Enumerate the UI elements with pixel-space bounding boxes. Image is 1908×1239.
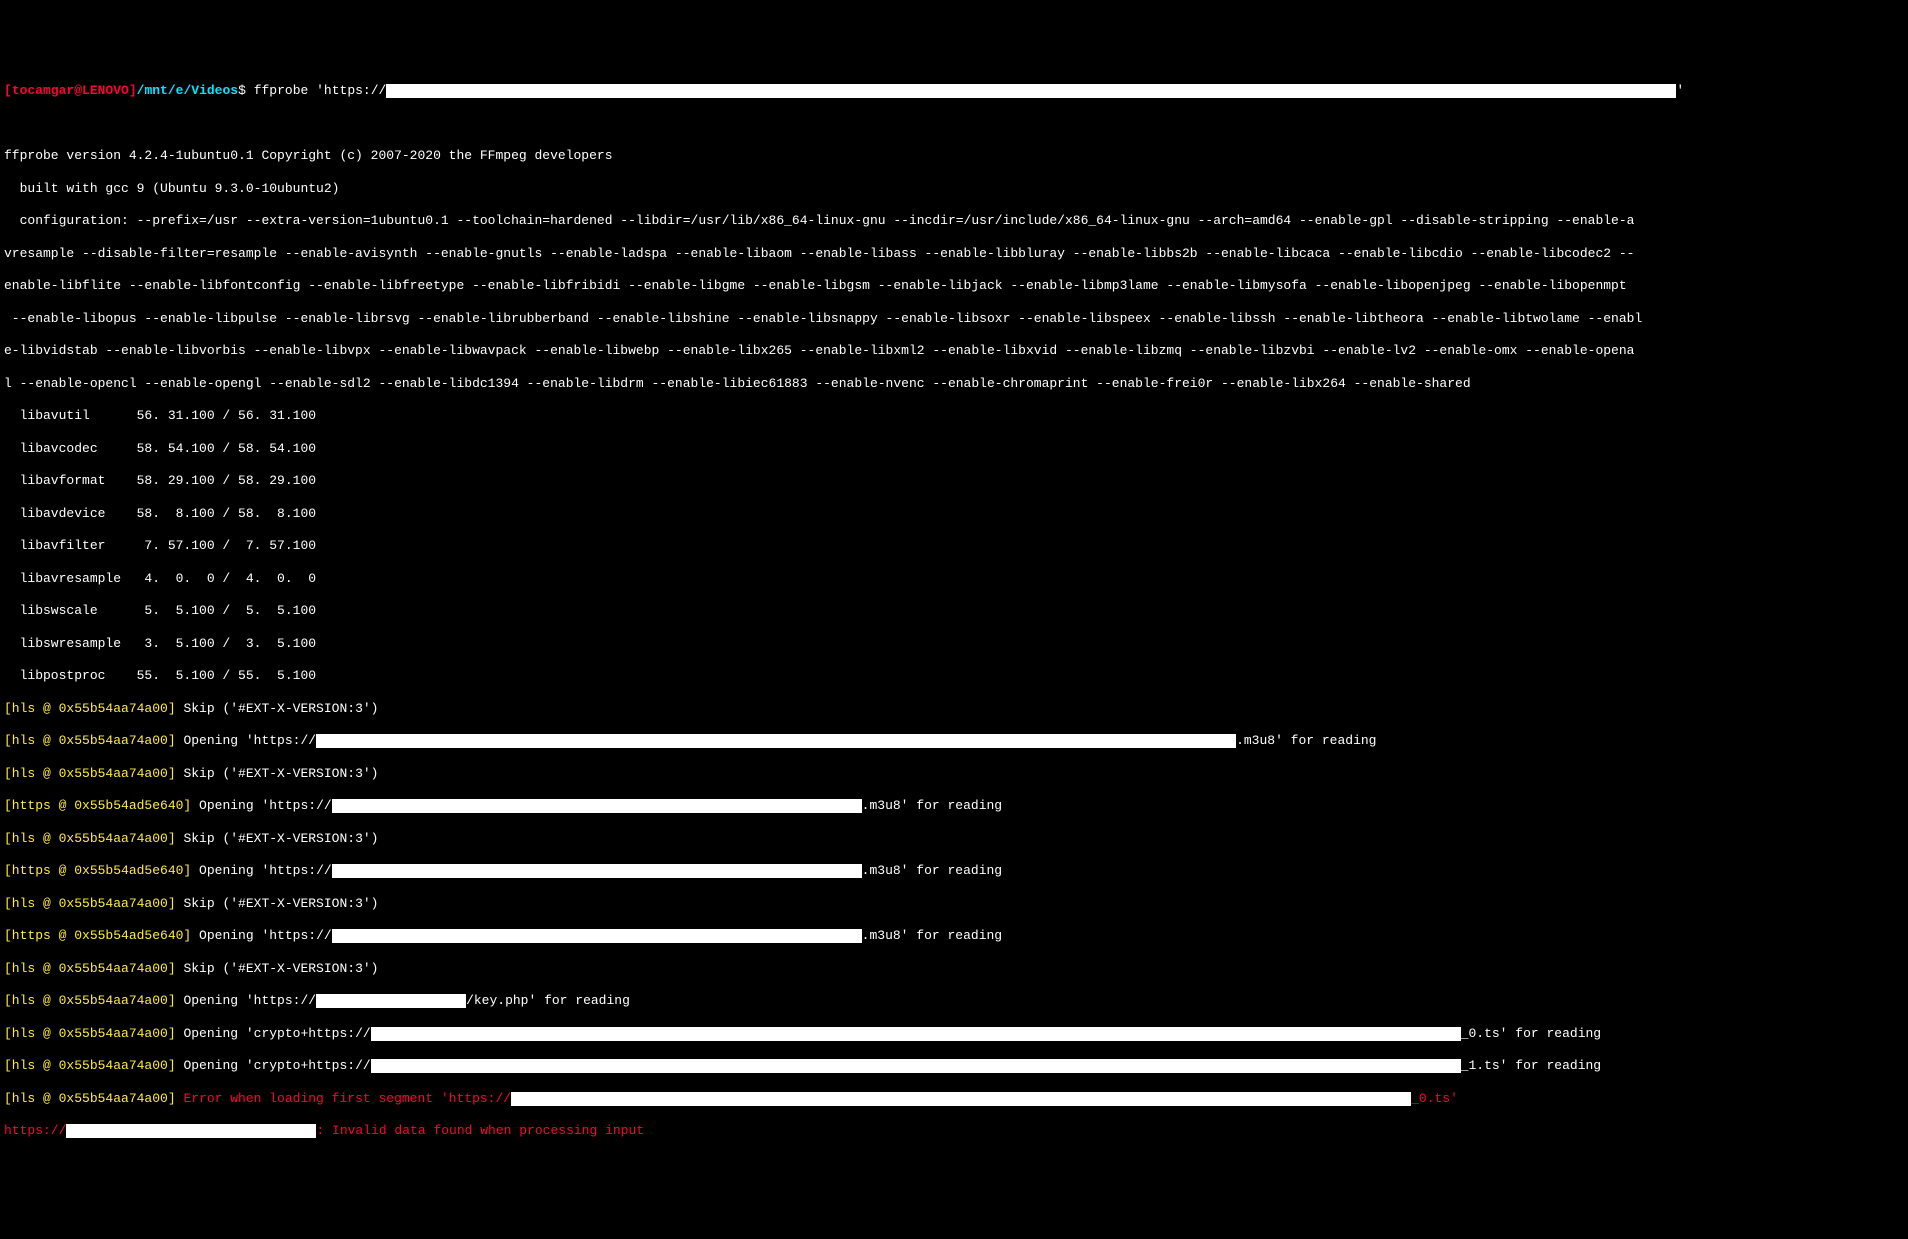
- config-line: enable-libflite --enable-libfontconfig -…: [4, 278, 1904, 294]
- command-text: [246, 83, 254, 99]
- hls-skip-line: [hls @ 0x55b54aa74a00] Skip ('#EXT-X-VER…: [4, 831, 1904, 847]
- blank-line: [4, 116, 1904, 132]
- prompt-bracket-close: ]: [129, 83, 137, 99]
- hls-error-line: [hls @ 0x55b54aa74a00] Error when loadin…: [4, 1091, 1904, 1107]
- redacted-url: [316, 994, 466, 1008]
- error-url-prefix: https://: [4, 1123, 66, 1139]
- lib-version: libavdevice 58. 8.100 / 58. 8.100: [4, 506, 1904, 522]
- hls-skip-line: [hls @ 0x55b54aa74a00] Skip ('#EXT-X-VER…: [4, 701, 1904, 717]
- hls-crypto-line: [hls @ 0x55b54aa74a00] Opening 'crypto+h…: [4, 1058, 1904, 1074]
- prompt-path: /mnt/e/Videos: [137, 83, 238, 99]
- hls-skip-line: [hls @ 0x55b54aa74a00] Skip ('#EXT-X-VER…: [4, 961, 1904, 977]
- config-line: --enable-libopus --enable-libpulse --ena…: [4, 311, 1904, 327]
- lib-version: libswresample 3. 5.100 / 3. 5.100: [4, 636, 1904, 652]
- hls-open-line: [hls @ 0x55b54aa74a00] Opening 'https://…: [4, 733, 1904, 749]
- lib-version: libavresample 4. 0. 0 / 4. 0. 0: [4, 571, 1904, 587]
- hls-crypto-line: [hls @ 0x55b54aa74a00] Opening 'crypto+h…: [4, 1026, 1904, 1042]
- lib-version: libpostproc 55. 5.100 / 55. 5.100: [4, 668, 1904, 684]
- hls-tag: [hls @ 0x55b54aa74a00]: [4, 733, 183, 749]
- hls-tag: [hls @ 0x55b54aa74a00]: [4, 1026, 183, 1042]
- redacted-url: [371, 1027, 1461, 1041]
- hls-tag: [hls @ 0x55b54aa74a00]: [4, 896, 183, 911]
- lib-version: libavfilter 7. 57.100 / 7. 57.100: [4, 538, 1904, 554]
- final-error-line: https:// : Invalid data found when proces…: [4, 1123, 1904, 1139]
- ffprobe-version: ffprobe version 4.2.4-1ubuntu0.1 Copyrig…: [4, 148, 1904, 164]
- hls-key-line: [hls @ 0x55b54aa74a00] Opening 'https://…: [4, 993, 1904, 1009]
- redacted-url: [371, 1059, 1461, 1073]
- hls-tag: [hls @ 0x55b54aa74a00]: [4, 1091, 183, 1107]
- config-line: configuration: --prefix=/usr --extra-ver…: [4, 213, 1904, 229]
- redacted-url: [332, 799, 862, 813]
- lib-version: libswscale 5. 5.100 / 5. 5.100: [4, 603, 1904, 619]
- hls-tag: [hls @ 0x55b54aa74a00]: [4, 766, 183, 781]
- redacted-url: [66, 1124, 316, 1138]
- hls-tag: [hls @ 0x55b54aa74a00]: [4, 701, 183, 716]
- redacted-url: [316, 734, 1236, 748]
- lib-version: libavcodec 58. 54.100 / 58. 54.100: [4, 441, 1904, 457]
- hls-skip-line: [hls @ 0x55b54aa74a00] Skip ('#EXT-X-VER…: [4, 766, 1904, 782]
- error-text: Error when loading first segment 'https:…: [183, 1091, 511, 1107]
- hls-tag: [hls @ 0x55b54aa74a00]: [4, 1058, 183, 1074]
- lib-version: libavutil 56. 31.100 / 56. 31.100: [4, 408, 1904, 424]
- https-open-line: [https @ 0x55b54ad5e640] Opening 'https:…: [4, 863, 1904, 879]
- redacted-url: [332, 864, 862, 878]
- https-open-line: [https @ 0x55b54ad5e640] Opening 'https:…: [4, 798, 1904, 814]
- hls-tag: [hls @ 0x55b54aa74a00]: [4, 961, 183, 976]
- hls-tag: [hls @ 0x55b54aa74a00]: [4, 993, 183, 1009]
- prompt-dollar: $: [238, 83, 246, 99]
- https-tag: [https @ 0x55b54ad5e640]: [4, 928, 199, 944]
- hls-skip-line: [hls @ 0x55b54aa74a00] Skip ('#EXT-X-VER…: [4, 896, 1904, 912]
- config-line: l --enable-opencl --enable-opengl --enab…: [4, 376, 1904, 392]
- hls-tag: [hls @ 0x55b54aa74a00]: [4, 831, 183, 846]
- command: ffprobe 'https://: [254, 83, 387, 99]
- command-end: ': [1676, 83, 1684, 99]
- config-line: vresample --disable-filter=resample --en…: [4, 246, 1904, 262]
- https-tag: [https @ 0x55b54ad5e640]: [4, 863, 199, 879]
- lib-version: libavformat 58. 29.100 / 58. 29.100: [4, 473, 1904, 489]
- prompt-bracket: [: [4, 83, 12, 99]
- redacted-url: [511, 1092, 1411, 1106]
- terminal-output: [tocamgar@LENOVO]/mnt/e/Videos$ ffprobe …: [0, 65, 1908, 1158]
- redacted-url: [386, 84, 1676, 98]
- https-tag: [https @ 0x55b54ad5e640]: [4, 798, 199, 814]
- redacted-url: [332, 929, 862, 943]
- built-with: built with gcc 9 (Ubuntu 9.3.0-10ubuntu2…: [4, 181, 1904, 197]
- config-line: e-libvidstab --enable-libvorbis --enable…: [4, 343, 1904, 359]
- error-final: : Invalid data found when processing inp…: [316, 1123, 644, 1139]
- prompt-line[interactable]: [tocamgar@LENOVO]/mnt/e/Videos$ ffprobe …: [4, 83, 1904, 99]
- https-open-line: [https @ 0x55b54ad5e640] Opening 'https:…: [4, 928, 1904, 944]
- prompt-user: tocamgar@LENOVO: [12, 83, 129, 99]
